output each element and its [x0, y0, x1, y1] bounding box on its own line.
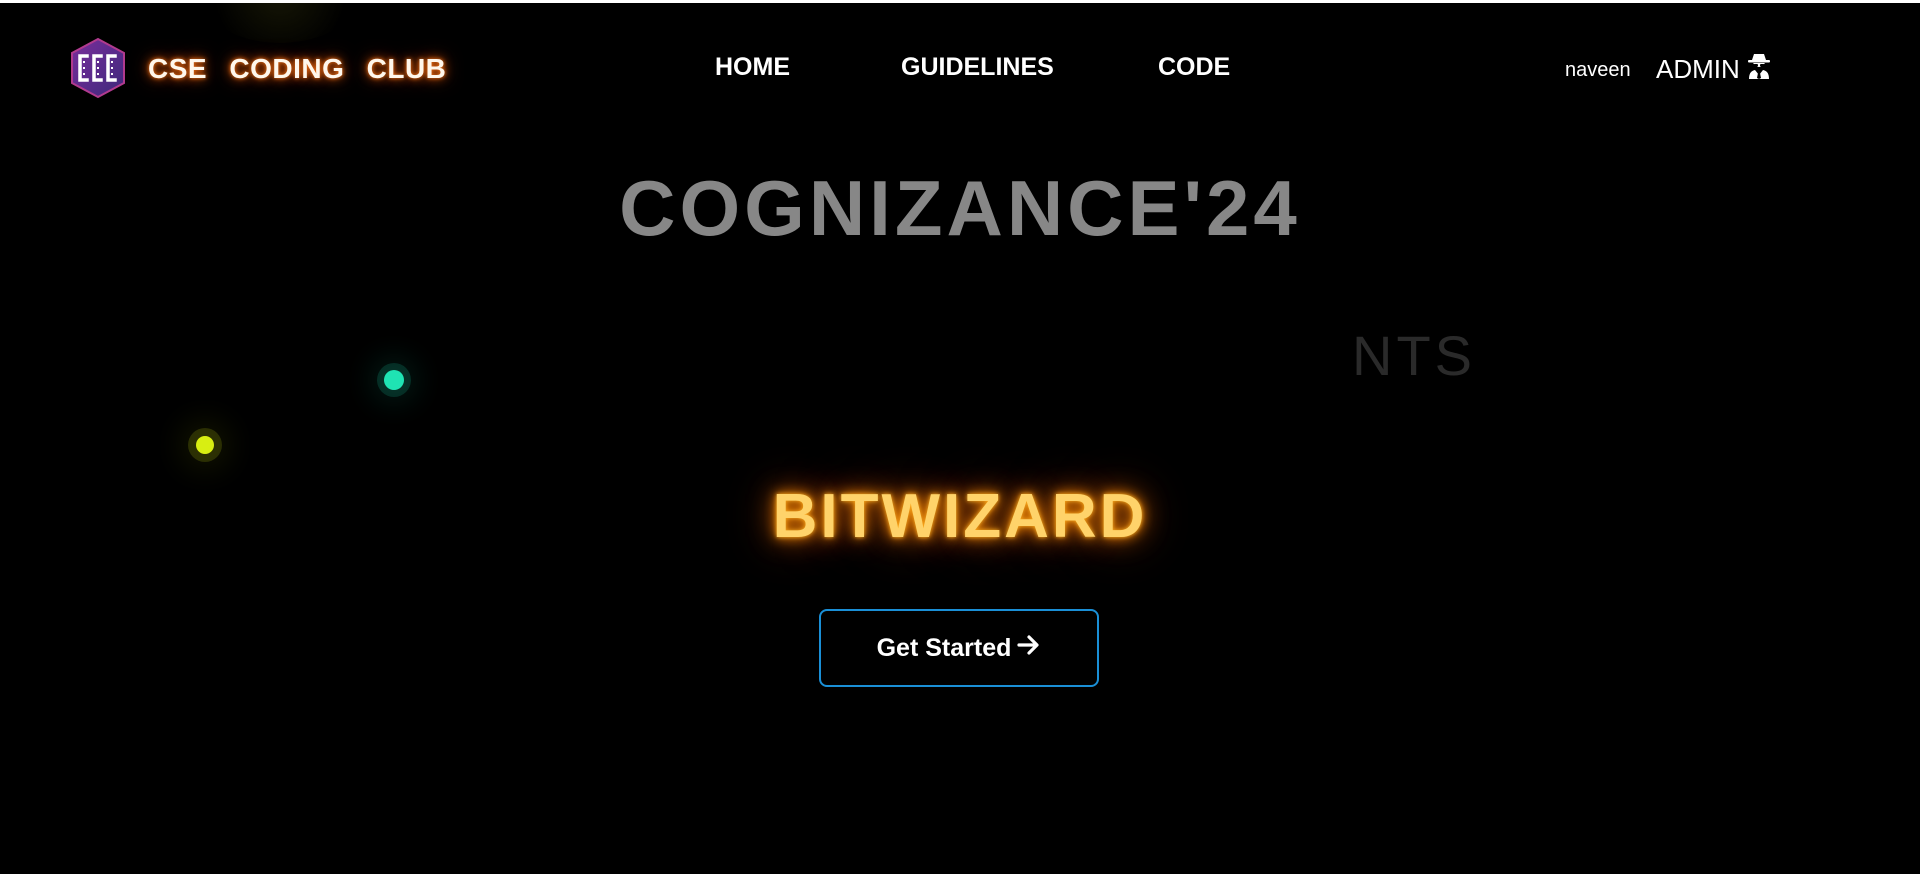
admin-label: ADMIN — [1656, 53, 1740, 84]
ccc-hexagon-logo-icon[interactable] — [70, 37, 126, 99]
get-started-label: Get Started — [876, 633, 1012, 662]
brand-name[interactable]: CSE CODING CLUB — [148, 51, 446, 87]
admin-link[interactable]: ADMIN — [1656, 53, 1772, 85]
user-secret-icon — [1740, 52, 1772, 87]
event-title: COGNIZANCE'24 — [619, 164, 1301, 252]
event-name: BITWIZARD — [772, 482, 1148, 551]
user-name: naveen — [1565, 59, 1631, 81]
ambient-glow — [200, 3, 360, 43]
arrow-right-icon — [1017, 634, 1041, 663]
typing-text: NTS — [1352, 324, 1476, 387]
nav-guidelines-link[interactable]: GUIDELINES — [901, 53, 1054, 82]
get-started-button[interactable]: Get Started — [819, 609, 1099, 687]
glow-particle-cyan — [384, 370, 404, 390]
nav-home-link[interactable]: HOME — [715, 53, 790, 82]
nav-code-link[interactable]: CODE — [1158, 53, 1230, 82]
glow-particle-yellow — [196, 436, 214, 454]
page-viewport: CSE CODING CLUB HOME GUIDELINES CODE nav… — [0, 3, 1920, 874]
